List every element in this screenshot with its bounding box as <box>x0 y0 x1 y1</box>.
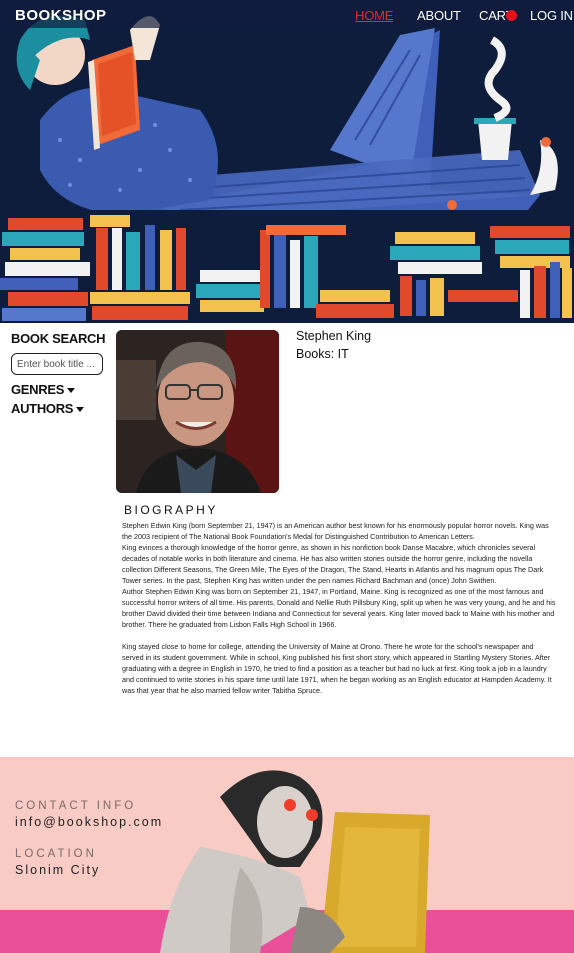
page: BOOKSHOP HOME ABOUT CART LOG IN BOOK SEA… <box>0 0 574 953</box>
book-search-input[interactable] <box>11 353 103 375</box>
author-name: Stephen King <box>296 329 372 343</box>
biography-paragraph: Author Stephen Edwin King was born on Se… <box>122 587 556 629</box>
location-label: LOCATION <box>15 848 97 860</box>
author-photo <box>116 330 279 493</box>
contact-info-label: CONTACT INFO <box>15 800 137 812</box>
biography-title: BIOGRAPHY <box>124 503 218 517</box>
footer: CONTACT INFO info@bookshop.com LOCATION … <box>0 757 574 953</box>
cart-badge-dot <box>506 10 517 21</box>
brand-logo[interactable]: BOOKSHOP <box>15 7 107 24</box>
top-nav: BOOKSHOP HOME ABOUT CART LOG IN <box>0 0 574 30</box>
biography-text: Stephen Edwin King (born September 21, 1… <box>122 520 557 696</box>
genres-label: GENRES <box>11 382 65 397</box>
caret-down-icon <box>76 407 85 413</box>
biography-paragraph: King stayed close to home for college, a… <box>122 642 552 695</box>
nav-about[interactable]: ABOUT <box>417 8 461 23</box>
hero-banner: BOOKSHOP HOME ABOUT CART LOG IN <box>0 0 574 323</box>
author-books: Books: IT <box>296 347 349 361</box>
contact-email[interactable]: info@bookshop.com <box>15 815 163 829</box>
book-search-title: BOOK SEARCH <box>11 331 106 346</box>
reading-illustration <box>0 0 574 323</box>
authors-label: AUTHORS <box>11 401 74 416</box>
authors-dropdown[interactable]: AUTHORS <box>11 401 85 416</box>
nav-login[interactable]: LOG IN <box>530 8 573 23</box>
caret-down-icon <box>67 388 76 394</box>
location-value: Slonim City <box>15 863 101 877</box>
nav-home[interactable]: HOME <box>355 8 393 23</box>
biography-paragraph: King evinces a thorough knowledge of the… <box>122 543 544 585</box>
biography-paragraph: Stephen Edwin King (born September 21, 1… <box>122 521 549 541</box>
genres-dropdown[interactable]: GENRES <box>11 382 76 397</box>
